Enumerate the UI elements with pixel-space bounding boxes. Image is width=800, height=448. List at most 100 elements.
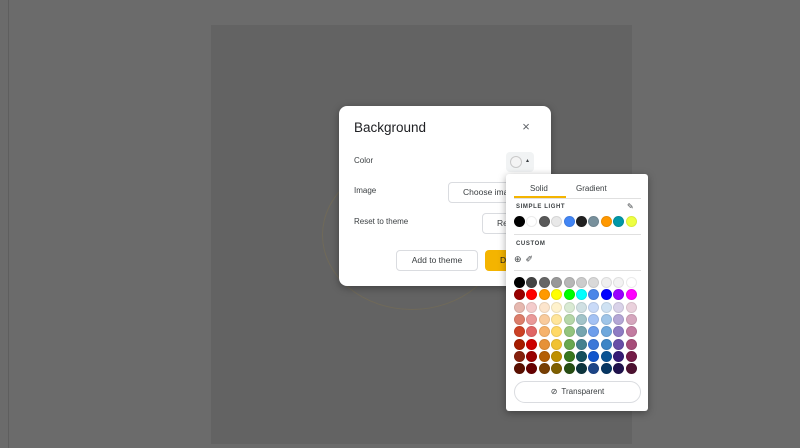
color-swatch[interactable] xyxy=(563,301,575,313)
color-swatch[interactable] xyxy=(613,338,625,350)
color-swatch[interactable] xyxy=(613,363,625,375)
color-swatch[interactable] xyxy=(538,363,550,375)
color-swatch[interactable] xyxy=(575,301,587,313)
color-swatch[interactable] xyxy=(526,277,538,288)
color-swatch[interactable] xyxy=(600,350,612,362)
color-swatch[interactable] xyxy=(613,277,625,288)
theme-color-swatch[interactable] xyxy=(588,216,600,227)
color-swatch[interactable] xyxy=(588,277,600,288)
color-swatch[interactable] xyxy=(538,277,550,288)
color-swatch[interactable] xyxy=(575,363,587,375)
color-swatch[interactable] xyxy=(538,326,550,338)
color-swatch[interactable] xyxy=(600,301,612,313)
tab-gradient[interactable]: Gradient xyxy=(576,184,607,193)
color-swatch[interactable] xyxy=(575,313,587,325)
color-swatch[interactable] xyxy=(526,313,538,325)
color-swatch[interactable] xyxy=(526,326,538,338)
color-swatch[interactable] xyxy=(588,313,600,325)
color-swatch[interactable] xyxy=(563,289,575,301)
color-swatch[interactable] xyxy=(613,301,625,313)
color-swatch[interactable] xyxy=(588,301,600,313)
color-swatch[interactable] xyxy=(563,277,575,288)
color-swatch[interactable] xyxy=(563,338,575,350)
add-custom-color-icon[interactable]: ⊕ xyxy=(514,254,522,265)
color-swatch[interactable] xyxy=(514,301,525,313)
color-swatch[interactable] xyxy=(551,313,563,325)
theme-color-swatch[interactable] xyxy=(526,216,538,227)
color-swatch[interactable] xyxy=(551,326,563,338)
color-swatch[interactable] xyxy=(526,350,538,362)
add-to-theme-button[interactable]: Add to theme xyxy=(396,250,478,271)
color-swatch[interactable] xyxy=(575,289,587,301)
color-swatch[interactable] xyxy=(551,277,563,288)
color-swatch[interactable] xyxy=(575,350,587,362)
color-swatch[interactable] xyxy=(538,289,550,301)
color-swatch[interactable] xyxy=(588,289,600,301)
color-swatch[interactable] xyxy=(551,350,563,362)
close-icon[interactable]: × xyxy=(519,120,533,134)
color-swatch[interactable] xyxy=(613,326,625,338)
color-swatch[interactable] xyxy=(514,338,525,350)
color-swatch[interactable] xyxy=(526,301,538,313)
color-swatch[interactable] xyxy=(625,350,637,362)
theme-color-swatch[interactable] xyxy=(600,216,612,227)
theme-color-swatch[interactable] xyxy=(538,216,550,227)
color-swatch[interactable] xyxy=(600,277,612,288)
color-swatch[interactable] xyxy=(526,363,538,375)
color-swatch[interactable] xyxy=(588,363,600,375)
color-swatch[interactable] xyxy=(575,326,587,338)
color-swatch[interactable] xyxy=(551,338,563,350)
tab-solid[interactable]: Solid xyxy=(530,184,548,193)
color-swatch[interactable] xyxy=(625,277,637,288)
color-swatch[interactable] xyxy=(625,301,637,313)
color-swatch[interactable] xyxy=(563,350,575,362)
eyedropper-icon[interactable]: ✐ xyxy=(526,254,534,265)
color-swatch[interactable] xyxy=(625,338,637,350)
color-swatch[interactable] xyxy=(538,338,550,350)
color-swatch[interactable] xyxy=(563,313,575,325)
color-swatch[interactable] xyxy=(600,313,612,325)
pencil-icon[interactable]: ✎ xyxy=(627,202,634,211)
color-dropdown-button[interactable]: ▴ xyxy=(506,152,534,172)
color-swatch[interactable] xyxy=(526,338,538,350)
color-swatch[interactable] xyxy=(551,301,563,313)
color-swatch[interactable] xyxy=(625,313,637,325)
theme-color-swatch[interactable] xyxy=(563,216,575,227)
color-swatch[interactable] xyxy=(575,338,587,350)
color-swatch[interactable] xyxy=(625,289,637,301)
color-swatch[interactable] xyxy=(600,338,612,350)
transparent-button[interactable]: ⊘ Transparent xyxy=(514,381,641,403)
color-swatch[interactable] xyxy=(526,289,538,301)
theme-color-swatch[interactable] xyxy=(551,216,563,227)
color-swatch[interactable] xyxy=(514,277,525,288)
color-swatch[interactable] xyxy=(625,326,637,338)
color-swatch[interactable] xyxy=(563,326,575,338)
color-swatch[interactable] xyxy=(514,313,525,325)
color-swatch[interactable] xyxy=(538,301,550,313)
color-swatch[interactable] xyxy=(538,350,550,362)
theme-color-swatch[interactable] xyxy=(514,216,525,227)
color-swatch[interactable] xyxy=(588,326,600,338)
color-swatch[interactable] xyxy=(588,350,600,362)
color-swatch[interactable] xyxy=(600,326,612,338)
color-swatch[interactable] xyxy=(613,313,625,325)
color-swatch[interactable] xyxy=(575,277,587,288)
color-swatch[interactable] xyxy=(600,289,612,301)
color-swatch[interactable] xyxy=(625,363,637,375)
color-swatch[interactable] xyxy=(563,363,575,375)
color-swatch[interactable] xyxy=(600,363,612,375)
color-swatch[interactable] xyxy=(514,363,525,375)
color-swatch[interactable] xyxy=(588,338,600,350)
color-swatch[interactable] xyxy=(514,326,525,338)
color-swatch[interactable] xyxy=(514,350,525,362)
color-swatch[interactable] xyxy=(613,289,625,301)
theme-color-swatch[interactable] xyxy=(575,216,587,227)
color-swatch[interactable] xyxy=(514,289,525,301)
color-swatch[interactable] xyxy=(538,313,550,325)
custom-actions: ⊕ ✐ xyxy=(514,254,533,265)
theme-color-swatch[interactable] xyxy=(625,216,637,227)
color-swatch[interactable] xyxy=(551,363,563,375)
color-swatch[interactable] xyxy=(613,350,625,362)
theme-color-swatch[interactable] xyxy=(613,216,625,227)
color-swatch[interactable] xyxy=(551,289,563,301)
